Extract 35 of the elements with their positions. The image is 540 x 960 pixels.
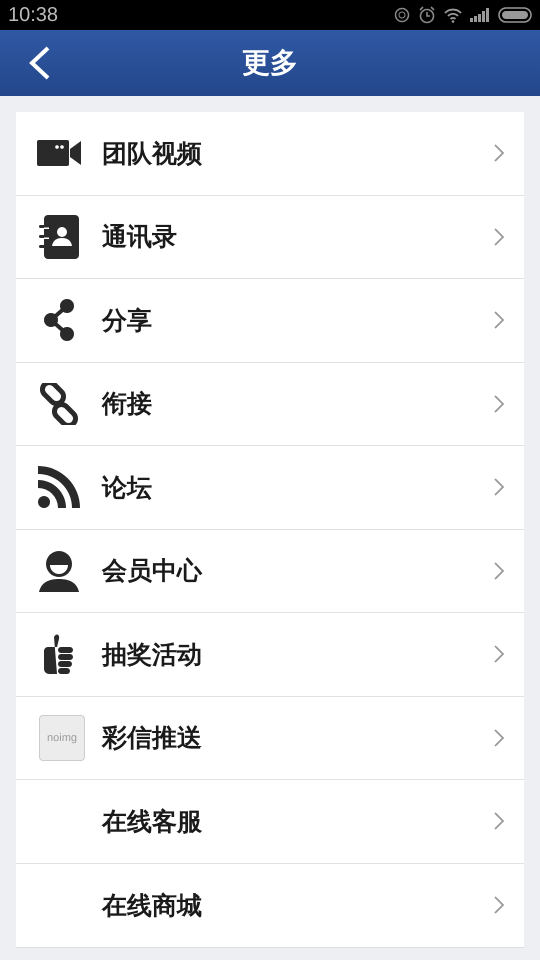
chevron-right-icon	[494, 311, 504, 330]
menu-item[interactable]: 论坛	[16, 446, 524, 530]
alarm-icon	[418, 6, 436, 24]
thumbs-up-icon	[44, 633, 74, 676]
image-placeholder: noimg	[39, 714, 85, 761]
menu-item[interactable]: noimg 彩信推送	[16, 696, 524, 780]
menu-item[interactable]: 衔接	[16, 362, 524, 446]
share-icon	[44, 299, 74, 342]
menu-item[interactable]: 通讯录	[16, 196, 524, 279]
video-camera-icon	[37, 140, 81, 166]
chevron-right-icon	[494, 562, 504, 580]
page-title: 更多	[242, 46, 298, 79]
signal-icon	[470, 8, 490, 22]
chevron-right-icon	[494, 144, 504, 162]
wifi-icon	[444, 8, 462, 22]
battery-icon	[498, 7, 532, 23]
user-icon	[39, 550, 79, 592]
chevron-right-icon	[494, 228, 504, 246]
chevron-right-icon	[494, 478, 504, 496]
chevron-right-icon	[494, 728, 504, 747]
chevron-right-icon	[494, 896, 504, 914]
menu-item[interactable]: 在线客服	[16, 780, 524, 864]
menu-item[interactable]: 抽奖活动	[16, 613, 524, 696]
chevron-right-icon	[494, 645, 504, 664]
rss-feed-icon	[38, 466, 80, 508]
chevron-right-icon	[494, 812, 504, 830]
menu-item[interactable]: 会员中心	[16, 530, 524, 613]
menu-item[interactable]: 分享	[16, 279, 524, 362]
chain-link-icon	[38, 382, 80, 425]
chevron-right-icon	[494, 394, 504, 413]
menu-item[interactable]: 在线商城	[16, 864, 524, 947]
address-book-icon	[39, 214, 79, 259]
clock-time: 10:38	[8, 4, 58, 26]
menu-item[interactable]: 团队视频	[16, 112, 524, 196]
sync-icon	[394, 7, 410, 23]
